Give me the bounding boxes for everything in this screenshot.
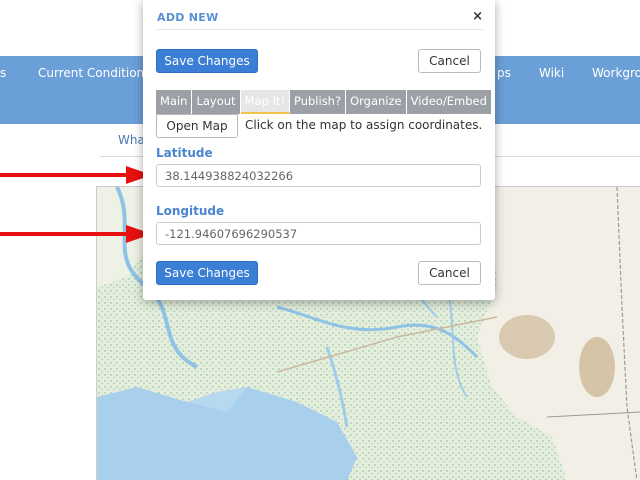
tab-map-it[interactable]: Map It!: [240, 90, 290, 114]
save-button-top[interactable]: Save Changes: [156, 49, 258, 73]
red-arrow-icon: [0, 166, 152, 184]
tab-video-embed[interactable]: Video/Embed: [406, 90, 492, 114]
tab-publish[interactable]: Publish?: [289, 90, 347, 114]
modal-tabs: Main Layout Map It! Publish? Organize Vi…: [156, 90, 492, 114]
tab-main[interactable]: Main: [156, 90, 193, 114]
modal-title: ADD NEW: [157, 11, 219, 24]
cancel-button-top[interactable]: Cancel: [418, 49, 481, 73]
open-map-button[interactable]: Open Map: [156, 114, 238, 138]
close-icon[interactable]: ×: [472, 9, 483, 24]
nav-item-maps[interactable]: ps: [497, 66, 511, 80]
modal-header: ADD NEW ×: [157, 9, 483, 30]
nav-item-workgroups[interactable]: Workgrou: [592, 66, 640, 80]
tab-organize[interactable]: Organize: [346, 90, 407, 114]
add-new-modal: ADD NEW × Save Changes Cancel Main Layou…: [143, 0, 495, 300]
nav-item-wiki[interactable]: Wiki: [539, 66, 564, 80]
save-button-bottom[interactable]: Save Changes: [156, 261, 258, 285]
open-map-hint: Click on the map to assign coordinates.: [245, 118, 483, 132]
nav-item-current-conditions[interactable]: Current Conditions: [38, 66, 150, 80]
latitude-label: Latitude: [156, 146, 213, 160]
latitude-field[interactable]: [156, 164, 481, 187]
cancel-button-bottom[interactable]: Cancel: [418, 261, 481, 285]
tab-layout[interactable]: Layout: [192, 90, 241, 114]
nav-item-partial[interactable]: s: [0, 66, 6, 80]
longitude-field[interactable]: [156, 222, 481, 245]
longitude-label: Longitude: [156, 204, 225, 218]
